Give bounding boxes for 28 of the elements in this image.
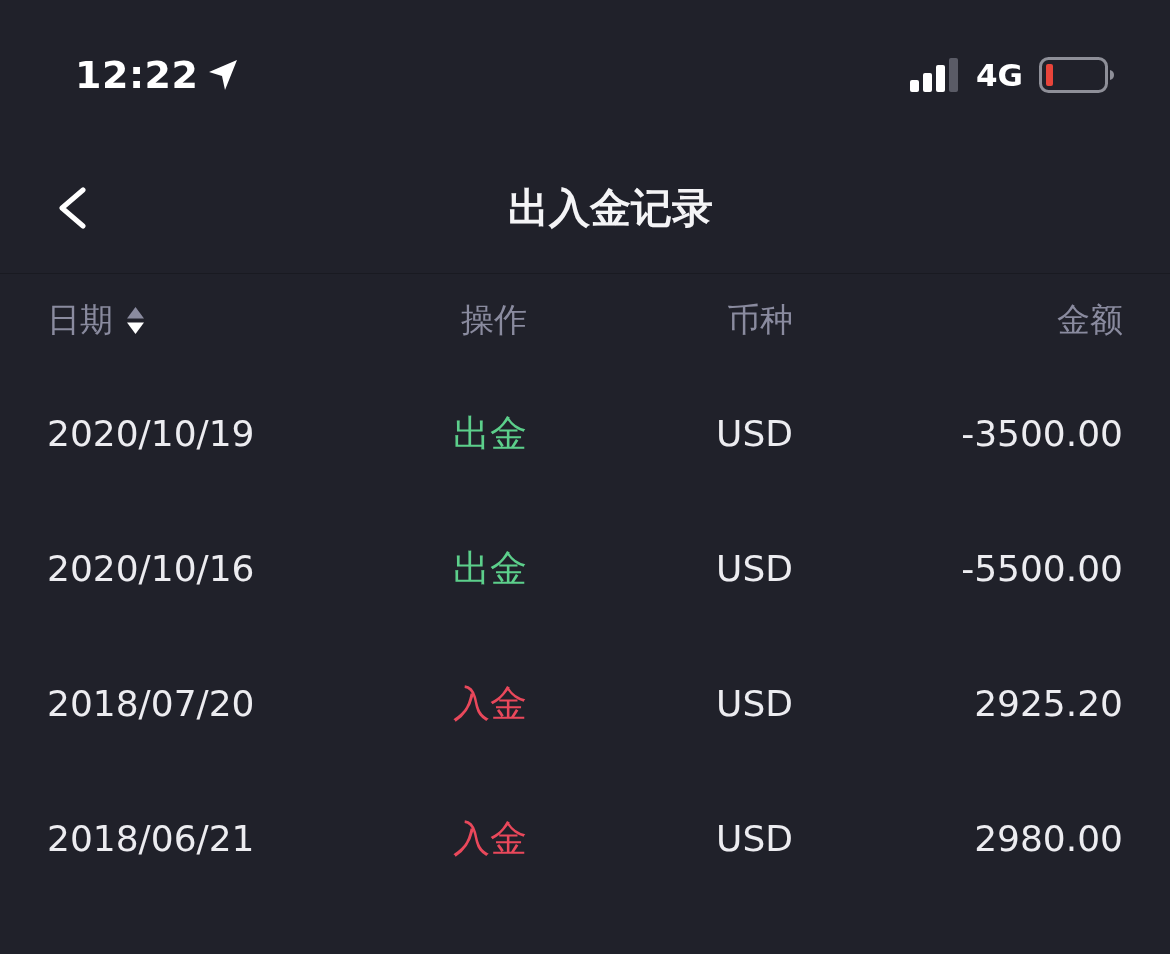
location-arrow-icon [208,59,239,91]
operation-label: 入金 [453,680,527,727]
date-text: 2020/10/19 [47,413,255,454]
amount-text: -5500.00 [961,548,1123,589]
amount-text: 2980.00 [974,818,1123,859]
date-text: 2018/06/21 [47,818,255,859]
currency-text: USD [716,818,793,859]
currency-text: USD [716,413,793,454]
chevron-left-icon [57,187,87,229]
column-header: 操作 [461,298,527,341]
amount-text: -3500.00 [961,413,1123,454]
date-text: 2018/07/20 [47,683,255,724]
page-title: 出入金记录 [507,182,713,234]
currency-text: USD [716,683,793,724]
date-text: 2020/10/16 [47,548,255,589]
network-type: 4G [976,57,1023,93]
sort-icon[interactable] [127,306,144,334]
column-header: 币种 [727,298,793,341]
amount-text: 2925.20 [974,683,1123,724]
operation-label: 出金 [453,545,527,592]
column-header[interactable]: 日期 [47,297,113,343]
column-header: 金额 [1057,298,1123,341]
operation-label: 出金 [453,410,527,457]
signal-icon [910,58,960,92]
battery-icon [1039,57,1115,93]
clock-time: 12:22 [75,53,199,97]
operation-label: 入金 [453,815,527,862]
currency-text: USD [716,548,793,589]
